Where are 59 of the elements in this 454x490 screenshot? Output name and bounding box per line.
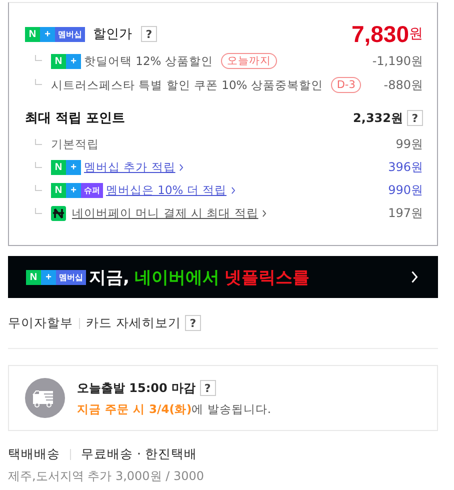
plus-badge: + — [41, 270, 56, 284]
super-badge: 슈퍼 — [81, 183, 103, 198]
points-label: 기본적립 — [51, 137, 99, 152]
corner-icon — [35, 138, 42, 144]
discount-label: 시트러스페스타 특별 할인 쿠폰 10% 상품중복할인 — [51, 78, 323, 92]
points-amount: 197원 — [388, 205, 423, 222]
discount-amount: -880원 — [384, 76, 423, 94]
sale-price: 7,830 — [351, 20, 409, 48]
plus-badge: + — [66, 160, 81, 175]
corner-icon — [35, 79, 42, 85]
points-total: 2,332원 — [353, 110, 403, 126]
shipping-date: 지금 주문 시 3/4(화)에 발송됩니다. — [77, 402, 272, 416]
membership-badge: 멤버십 — [56, 270, 86, 284]
sale-price-label: 할인가 — [93, 26, 132, 43]
deadline-tag: 오늘까지 — [220, 53, 277, 69]
n-badge: N — [51, 54, 66, 68]
banner-text: 넷플릭스를 — [224, 266, 310, 288]
plus-badge: + — [66, 183, 81, 198]
help-button[interactable]: ? — [141, 26, 157, 42]
banner-text: 네이버에서 — [134, 266, 220, 288]
n-badge: N — [26, 270, 41, 284]
deadline-tag: D-3 — [330, 77, 362, 93]
help-button[interactable]: ? — [407, 110, 423, 126]
points-amount: 990원 — [388, 182, 423, 199]
points-label: 최대 적립 포인트 — [25, 110, 126, 127]
membership-badge: 멤버십 — [55, 26, 85, 42]
points-link[interactable]: 멤버십 추가 적립 — [84, 160, 176, 175]
corner-icon — [35, 208, 42, 214]
chevron-icon — [230, 187, 236, 194]
points-amount: 99원 — [396, 136, 423, 153]
corner-icon — [35, 162, 42, 168]
card-details-link[interactable]: 카드 자세히보기 — [86, 314, 181, 332]
chevron-icon — [179, 164, 184, 171]
discount-amount: -1,190원 — [372, 52, 423, 70]
delivery-method: 택배배송 — [8, 446, 60, 462]
shipping-deadline: 오늘출발 15:00 마감 — [77, 380, 196, 396]
truck-icon — [25, 378, 65, 418]
plus-badge: + — [66, 54, 81, 68]
n-badge: N — [25, 26, 40, 42]
discount-label: 핫딜어택 12% 상품할인 — [84, 54, 213, 68]
delivery-info: 무료배송 · 한진택배 — [81, 446, 197, 462]
n-badge: N — [51, 183, 66, 198]
chevron-icon — [262, 210, 267, 217]
installment-link[interactable]: 무이자할부 — [8, 314, 73, 332]
naver-pay-icon — [51, 206, 66, 221]
promo-banner[interactable]: N + 멤버십 지금, 네이버에서 넷플릭스를 — [8, 256, 438, 298]
extra-fee: 제주,도서지역 추가 3,000원 / 3000 — [8, 468, 206, 485]
help-button[interactable]: ? — [184, 315, 201, 331]
help-button[interactable]: ? — [200, 380, 216, 396]
plus-badge: + — [40, 26, 55, 42]
points-link[interactable]: 네이버페이 머니 결제 시 최대 적립 — [72, 206, 258, 221]
corner-icon — [35, 55, 42, 61]
corner-icon — [35, 184, 42, 190]
points-link[interactable]: 멤버십은 10% 더 적립 — [106, 183, 227, 198]
n-badge: N — [51, 160, 66, 175]
banner-text: 지금, — [89, 266, 130, 288]
points-amount: 396원 — [388, 159, 423, 176]
chevron-icon — [411, 271, 418, 283]
currency-unit: 원 — [409, 25, 423, 43]
